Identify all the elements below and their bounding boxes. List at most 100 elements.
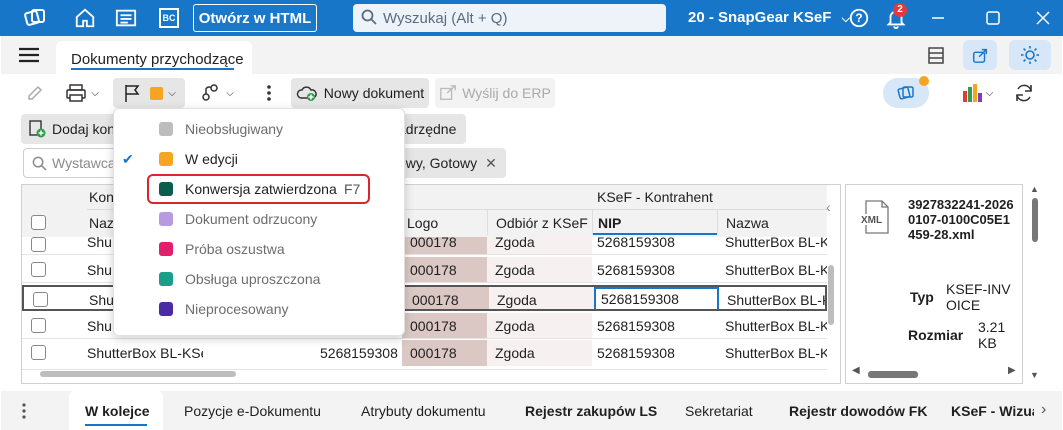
chevron-right-icon[interactable]: ▶ [1008,365,1016,376]
workflow-button[interactable]: ⌵ [193,78,241,108]
workflow-icon [202,84,218,101]
size-value: 3.21 KB [978,319,1006,351]
row-logo-cell: 000178 [402,257,487,282]
status-menu-item[interactable]: Nieprocesowany [114,294,406,324]
group-header-ksef-contractor: KSeF - Kontrahent [597,189,713,205]
row-checkbox[interactable] [33,292,48,307]
checkmark-icon: ✔ [122,150,134,167]
row-checkbox[interactable] [31,262,46,277]
tab-secretariat[interactable]: Sekretariat [685,403,753,419]
minimize-icon[interactable] [925,5,951,31]
row-ksef-nip-cell: 5268159308 [594,287,719,309]
row-logo-cell: 000178 [402,313,487,338]
xml-file-icon: XML [858,199,894,235]
new-document-button[interactable]: Nowy dokument [291,78,429,108]
tab-incoming-documents[interactable]: Dokumenty przychodzące [56,41,252,74]
column-header-nip[interactable]: NIP [592,209,718,235]
table-row[interactable]: ShutterBox BL-KSef 5268159308 000178 Zgoda 5… [22,340,827,370]
sync-status-dot [919,76,929,86]
type-label: Typ [910,289,934,305]
row-logo-cell: 000178 [402,340,487,366]
tab-document-items[interactable]: Pozycje e-Dokumentu [184,403,321,419]
send-icon [440,85,457,100]
status-menu-label: Obsługa uproszczona [185,271,321,287]
search-icon [361,9,377,29]
row-ksef-receipt-cell: Zgoda [487,340,592,366]
status-filter-chip[interactable]: owy, Gotowy ✕ [396,148,506,178]
panel-vertical-scrollbar[interactable]: ▲ ▼ [1029,184,1041,384]
status-menu-item[interactable]: Próba oszustwa [114,234,406,264]
hamburger-menu-icon[interactable] [19,47,39,66]
attachment-filename: 3927832241-20260107-0100C05E1459-28.xml [908,197,1014,242]
tab-fk-register[interactable]: Rejestr dowodów FK [789,403,927,419]
row-logo-cell: 000178 [402,237,487,254]
send-erp-button[interactable]: Wyślij do ERP [435,78,555,108]
document-tab-bar: Dokumenty przychodzące [1,36,1062,74]
tab-document-attributes[interactable]: Atrybuty dokumentu [361,403,486,419]
add-contractor-button[interactable]: Dodaj kon [21,114,121,144]
chevron-right-icon[interactable]: › [1041,401,1046,419]
row-ksef-nip-cell: 5268159308 [597,237,675,250]
row-ksef-receipt-cell: Zgoda [489,287,594,309]
contractor-search-input[interactable]: Wystawca [23,148,119,178]
row-ksef-receipt-cell: Zgoda [487,237,592,254]
edit-icon[interactable] [21,78,49,108]
app-logo-icon[interactable] [22,5,48,31]
parent-documents-button[interactable]: adrzędne [396,114,466,144]
tab-ksef-visualization[interactable]: KSeF - Wizua [951,403,1034,419]
row-checkbox[interactable] [31,237,46,252]
status-menu-item[interactable]: Nieobsługiwany [114,114,406,144]
bottom-tab-bar: W kolejce Pozycje e-Dokumentu Atrybuty d… [1,391,1062,430]
company-selector[interactable]: 20 - SnapGear KSeF ⌵ [688,9,850,26]
title-bar: BC Otwórz w HTML Wyszukaj (Alt + Q) 20 -… [0,0,1063,36]
row-ksef-name-cell: ShutterBox BL-KSef [727,292,825,308]
row-name-cell: ShutterBox BL-KSef [87,345,203,361]
row-nip-cell: 5268159308 [320,345,398,361]
status-menu-item[interactable]: ✔ W edycji [114,144,406,174]
chevron-down-icon: ⌵ [91,87,99,99]
bc-icon[interactable]: BC [156,5,182,31]
refresh-button[interactable] [1009,78,1039,108]
filing-cabinet-icon[interactable] [926,45,946,68]
chart-button[interactable]: ⌵ [956,78,998,108]
select-all-checkbox[interactable] [31,215,46,230]
panel-horizontal-scrollbar[interactable]: ◀ ▶ [852,365,1018,380]
cloud-add-icon [296,86,317,101]
refresh-icon [1016,84,1032,102]
horizontal-scrollbar[interactable] [40,371,820,377]
close-icon[interactable]: ✕ [485,155,497,172]
status-menu-item[interactable]: Dokument odrzucony [114,204,406,234]
theme-sun-icon[interactable] [1009,40,1051,70]
more-options-button[interactable] [254,78,284,108]
help-icon[interactable]: ? [846,5,872,31]
print-button[interactable]: ⌵ [59,78,105,108]
status-color-swatch [159,212,173,226]
status-color-swatch [159,152,173,166]
list-view-icon[interactable] [113,5,139,31]
home-icon[interactable] [72,5,98,31]
row-checkbox[interactable] [31,345,46,360]
global-search-input[interactable]: Wyszukaj (Alt + Q) [353,4,666,32]
chevron-left-icon[interactable]: ◀ [852,365,860,376]
chevron-left-icon[interactable]: ‹ [826,199,831,215]
highlight-box [147,174,370,204]
column-header-nazwa[interactable]: Nazwa [717,209,827,235]
chevron-down-icon: ⌵ [168,87,176,99]
share-icon[interactable] [963,40,997,70]
maximize-icon[interactable] [980,5,1006,31]
column-header-logo[interactable]: Logo [402,209,487,235]
tab-queue[interactable]: W kolejce [69,391,163,430]
status-menu-item[interactable]: Obsługa uproszczona [114,264,406,294]
close-icon[interactable] [1030,5,1056,31]
status-color-swatch [159,302,173,316]
row-ksef-receipt-cell: Zgoda [487,257,592,282]
open-html-button[interactable]: Otwórz w HTML [193,4,317,32]
kebab-icon[interactable] [21,403,27,422]
svg-text:?: ? [855,11,862,25]
column-header-ksef-receipt[interactable]: Odbiór z KSeF [487,209,592,235]
status-flag-button[interactable]: ⌵ [113,78,185,108]
tab-purchase-register[interactable]: Rejestr zakupów LS [525,403,657,419]
status-dropdown-menu: Nieobsługiwany ✔ W edycji Konwersja zatwier… [113,108,405,336]
row-checkbox[interactable] [31,318,46,333]
vertical-scrollbar[interactable] [828,265,834,325]
